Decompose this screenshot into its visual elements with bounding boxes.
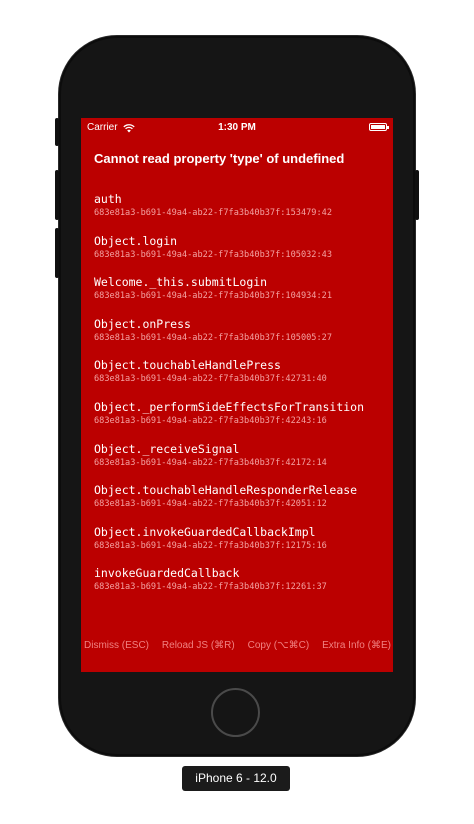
stack-frame-method: invokeGuardedCallback: [94, 566, 240, 581]
stack-trace-list: auth 683e81a3-b691-49a4-ab22-f7fa3b40b37f…: [94, 192, 386, 608]
stack-frame-location: 683e81a3-b691-49a4-ab22-f7fa3b40b37f:121…: [94, 540, 327, 551]
redbox-toolbar: Dismiss (ESC) Reload JS (⌘R) Copy (⌥⌘C) …: [81, 640, 393, 656]
mute-switch: [55, 118, 59, 146]
stack-frame-location: 683e81a3-b691-49a4-ab22-f7fa3b40b37f:153…: [94, 208, 332, 218]
stack-frame-location: 683e81a3-b691-49a4-ab22-f7fa3b40b37f:105…: [94, 249, 332, 260]
volume-down-button: [55, 228, 59, 278]
stack-frame-method: Object._receiveSignal: [94, 441, 240, 456]
volume-up-button: [55, 170, 59, 220]
stack-frame[interactable]: Object.login 683e81a3-b691-49a4-ab22-f7fa…: [94, 234, 386, 276]
device-label: iPhone 6 - 12.0: [182, 766, 290, 791]
error-message-title: Cannot read property 'type' of undefined: [94, 151, 345, 166]
dismiss-button[interactable]: Dismiss (ESC): [84, 640, 149, 656]
extra-info-button[interactable]: Extra Info (⌘E): [322, 640, 391, 656]
stack-frame-method: Object._performSideEffectsForTransition: [94, 399, 365, 414]
stack-frame[interactable]: Object._performSideEffectsForTransition 6…: [94, 400, 386, 442]
stack-frame-method: auth: [94, 192, 122, 206]
stack-frame[interactable]: Object.touchableHandlePress 683e81a3-b691…: [94, 358, 386, 400]
reload-js-button[interactable]: Reload JS (⌘R): [162, 640, 235, 656]
stack-frame-location: 683e81a3-b691-49a4-ab22-f7fa3b40b37f:427…: [94, 374, 327, 385]
stack-frame[interactable]: auth 683e81a3-b691-49a4-ab22-f7fa3b40b37f…: [94, 192, 386, 234]
stack-frame-location: 683e81a3-b691-49a4-ab22-f7fa3b40b37f:104…: [94, 291, 332, 302]
stack-frame[interactable]: Welcome._this.submitLogin 683e81a3-b691-4…: [94, 275, 386, 317]
battery-icon: [369, 123, 389, 131]
status-bar: Carrier 1:30 PM: [81, 118, 393, 136]
stack-frame-method: Object.login: [94, 233, 178, 248]
stack-frame-location: 683e81a3-b691-49a4-ab22-f7fa3b40b37f:422…: [94, 415, 327, 426]
stack-frame[interactable]: Object._receiveSignal 683e81a3-b691-49a4-…: [94, 442, 386, 484]
stack-frame[interactable]: Object.onPress 683e81a3-b691-49a4-ab22-f7…: [94, 317, 386, 359]
stack-frame-location: 683e81a3-b691-49a4-ab22-f7fa3b40b37f:105…: [94, 332, 332, 343]
home-button[interactable]: [211, 688, 260, 737]
simulator-stage: Carrier 1:30 PM Cannot read property 'ty…: [0, 0, 474, 824]
stack-frame-location: 683e81a3-b691-49a4-ab22-f7fa3b40b37f:122…: [94, 582, 327, 593]
stack-frame[interactable]: invokeGuardedCallback 683e81a3-b691-49a4-…: [94, 566, 386, 608]
stack-frame-method: Object.onPress: [94, 316, 191, 331]
stack-frame-method: Object.touchableHandleResponderRelease: [94, 483, 358, 498]
stack-frame-method: Welcome._this.submitLogin: [94, 275, 268, 290]
copy-button[interactable]: Copy (⌥⌘C): [248, 640, 310, 656]
stack-frame-location: 683e81a3-b691-49a4-ab22-f7fa3b40b37f:421…: [94, 457, 327, 468]
stack-frame[interactable]: Object.touchableHandleResponderRelease 68…: [94, 483, 386, 525]
redbox-screen: Carrier 1:30 PM Cannot read property 'ty…: [81, 118, 393, 672]
status-time: 1:30 PM: [218, 122, 256, 133]
stack-frame[interactable]: Object.invokeGuardedCallbackImpl 683e81a3…: [94, 525, 386, 567]
stack-frame-method: Object.invokeGuardedCallbackImpl: [94, 524, 316, 539]
stack-frame-method: Object.touchableHandlePress: [94, 358, 281, 373]
stack-frame-location: 683e81a3-b691-49a4-ab22-f7fa3b40b37f:420…: [94, 499, 327, 510]
power-button: [415, 170, 419, 220]
